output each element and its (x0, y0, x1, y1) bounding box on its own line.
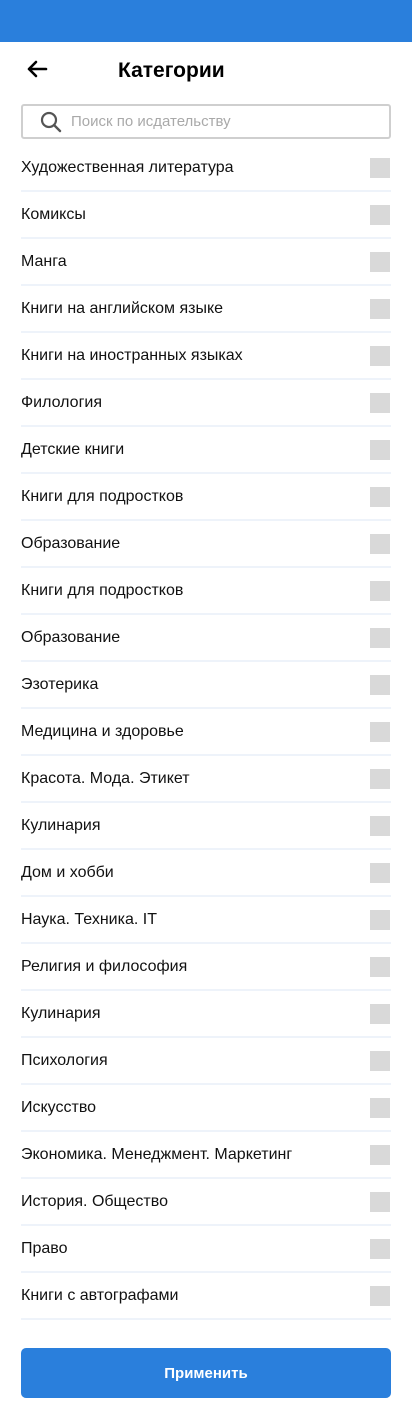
category-item[interactable]: Книги на английском языке (21, 286, 391, 333)
category-checkbox[interactable] (370, 909, 390, 930)
category-label: Кулинария (21, 1004, 101, 1022)
search-input[interactable] (71, 106, 371, 137)
category-label: Экономика. Менеджмент. Маркетинг (21, 1145, 293, 1163)
category-item[interactable]: Образование (21, 521, 391, 568)
category-checkbox[interactable] (370, 862, 390, 883)
category-label: Психология (21, 1051, 108, 1069)
category-checkbox[interactable] (370, 1050, 390, 1071)
category-label: Образование (21, 628, 121, 646)
category-list: Художественная литература Комиксы Манга Кни… (21, 145, 391, 1320)
arrow-left-icon (26, 60, 48, 83)
category-item[interactable]: Книги на иностранных языках (21, 333, 391, 380)
category-label: Книги на английском языке (21, 299, 224, 317)
category-item[interactable]: Экономика. Менеджмент. Маркетинг (21, 1132, 391, 1179)
category-item[interactable]: Кулинария (21, 991, 391, 1038)
header: Категории (0, 42, 412, 100)
category-checkbox[interactable] (370, 721, 390, 742)
category-item[interactable]: Комиксы (21, 192, 391, 239)
category-label: Книги с автографами (21, 1286, 179, 1304)
category-item[interactable]: Художественная литература (21, 145, 391, 192)
category-checkbox[interactable] (370, 251, 390, 272)
category-item[interactable]: Наука. Техника. IT (21, 897, 391, 944)
category-checkbox[interactable] (370, 439, 390, 460)
search-box[interactable] (21, 104, 391, 139)
category-label: Искусство (21, 1098, 97, 1116)
category-label: Религия и философия (21, 957, 188, 975)
category-label: Дом и хобби (21, 863, 114, 881)
category-item[interactable]: Книги с автографами (21, 1273, 391, 1320)
category-checkbox[interactable] (370, 674, 390, 695)
page-title: Категории (118, 59, 225, 82)
category-item[interactable]: Медицина и здоровье (21, 709, 391, 756)
category-checkbox[interactable] (370, 1238, 390, 1259)
category-label: Художественная литература (21, 158, 234, 176)
category-item[interactable]: Психология (21, 1038, 391, 1085)
category-checkbox[interactable] (370, 580, 390, 601)
category-label: Медицина и здоровье (21, 722, 184, 740)
category-checkbox[interactable] (370, 1003, 390, 1024)
category-label: Комиксы (21, 205, 86, 223)
category-item[interactable]: Религия и философия (21, 944, 391, 991)
category-label: История. Общество (21, 1192, 168, 1210)
category-label: Книги для подростков (21, 487, 184, 505)
back-button[interactable] (22, 56, 52, 86)
category-label: Право (21, 1239, 68, 1257)
category-item[interactable]: Книги для подростков (21, 474, 391, 521)
category-item[interactable]: Книги для подростков (21, 568, 391, 615)
category-label: Детские книги (21, 440, 125, 458)
category-item[interactable]: Филология (21, 380, 391, 427)
category-label: Филология (21, 393, 103, 411)
category-label: Кулинария (21, 816, 101, 834)
category-checkbox[interactable] (370, 956, 390, 977)
category-label: Эзотерика (21, 675, 99, 693)
category-label: Наука. Техника. IT (21, 910, 157, 928)
category-checkbox[interactable] (370, 768, 390, 789)
category-checkbox[interactable] (370, 1097, 390, 1118)
category-item[interactable]: Искусство (21, 1085, 391, 1132)
apply-button[interactable]: Применить (21, 1348, 391, 1398)
category-label: Красота. Мода. Этикет (21, 769, 190, 787)
category-label: Манга (21, 252, 67, 270)
category-item[interactable]: Дом и хобби (21, 850, 391, 897)
category-checkbox[interactable] (370, 1144, 390, 1165)
category-item[interactable]: Эзотерика (21, 662, 391, 709)
category-item[interactable]: Кулинария (21, 803, 391, 850)
category-checkbox[interactable] (370, 298, 390, 319)
category-checkbox[interactable] (370, 345, 390, 366)
category-checkbox[interactable] (370, 486, 390, 507)
categories-screen: Категории Художественная литература Комик… (0, 0, 412, 1423)
category-checkbox[interactable] (370, 157, 390, 178)
category-checkbox[interactable] (370, 1285, 390, 1306)
category-checkbox[interactable] (370, 1191, 390, 1212)
category-item[interactable]: Право (21, 1226, 391, 1273)
category-item[interactable]: Образование (21, 615, 391, 662)
category-label: Книги на иностранных языках (21, 346, 243, 364)
category-checkbox[interactable] (370, 627, 390, 648)
category-item[interactable]: Красота. Мода. Этикет (21, 756, 391, 803)
category-checkbox[interactable] (370, 392, 390, 413)
category-checkbox[interactable] (370, 533, 390, 554)
category-checkbox[interactable] (370, 204, 390, 225)
category-label: Книги для подростков (21, 581, 184, 599)
category-item[interactable]: Детские книги (21, 427, 391, 474)
search-icon (39, 110, 63, 134)
status-bar (0, 0, 412, 42)
category-item[interactable]: История. Общество (21, 1179, 391, 1226)
category-checkbox[interactable] (370, 815, 390, 836)
category-item[interactable]: Манга (21, 239, 391, 286)
category-label: Образование (21, 534, 121, 552)
